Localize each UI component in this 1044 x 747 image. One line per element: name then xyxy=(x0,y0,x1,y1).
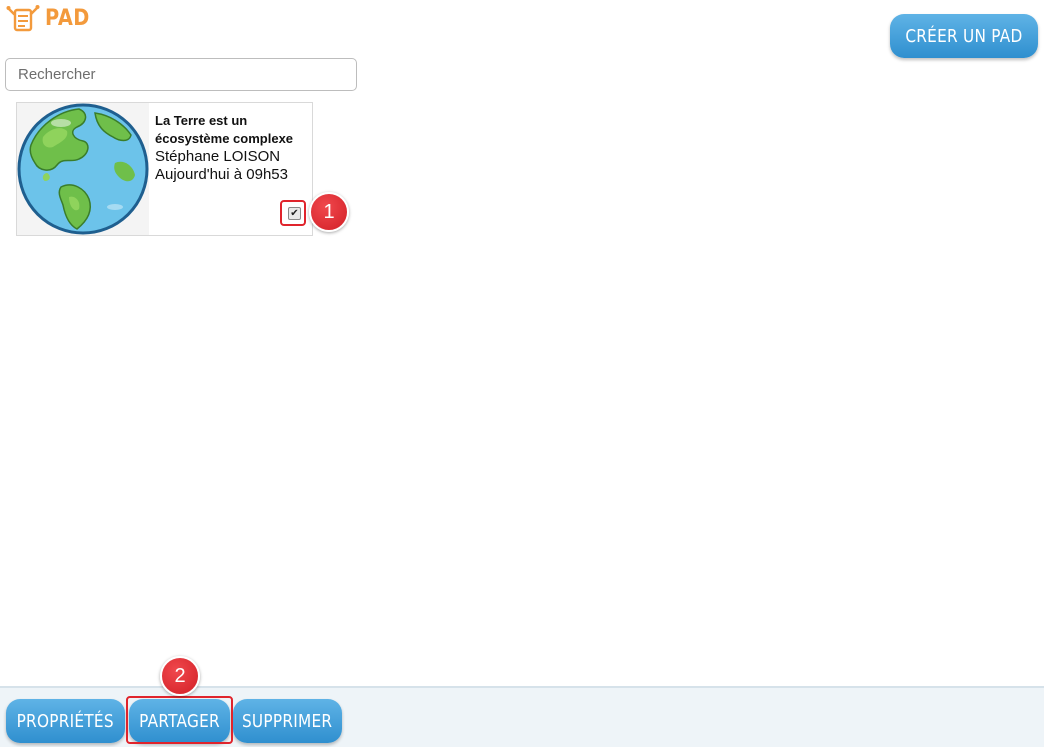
checkmark-icon: ✔ xyxy=(290,207,299,219)
app-header: PAD xyxy=(0,0,1044,40)
earth-icon xyxy=(17,103,149,235)
app-title: PAD xyxy=(45,6,90,31)
pad-card[interactable]: La Terre est un écosystème complexe Stép… xyxy=(16,102,313,236)
step-badge-1: 1 xyxy=(309,192,349,232)
share-button[interactable]: PARTAGER xyxy=(129,699,230,743)
properties-label: PROPRIÉTÉS xyxy=(16,710,115,732)
pad-info: La Terre est un écosystème complexe Stép… xyxy=(155,112,311,184)
pad-logo-icon xyxy=(6,5,40,32)
pad-author: Stéphane LOISON xyxy=(155,148,281,165)
delete-button[interactable]: SUPPRIMER xyxy=(233,699,342,743)
pad-date: Aujourd'hui à 09h53 xyxy=(155,166,288,183)
pad-title: La Terre est un écosystème complexe xyxy=(155,113,294,146)
pad-select-checkbox[interactable]: ✔ xyxy=(288,207,301,220)
step-badge-2: 2 xyxy=(160,656,200,696)
share-label: PARTAGER xyxy=(139,710,220,732)
create-pad-button[interactable]: CRÉER UN PAD xyxy=(890,14,1038,58)
properties-button[interactable]: PROPRIÉTÉS xyxy=(6,699,125,743)
create-pad-label: CRÉER UN PAD xyxy=(905,25,1023,47)
search-input[interactable] xyxy=(5,58,357,91)
delete-label: SUPPRIMER xyxy=(242,710,333,732)
